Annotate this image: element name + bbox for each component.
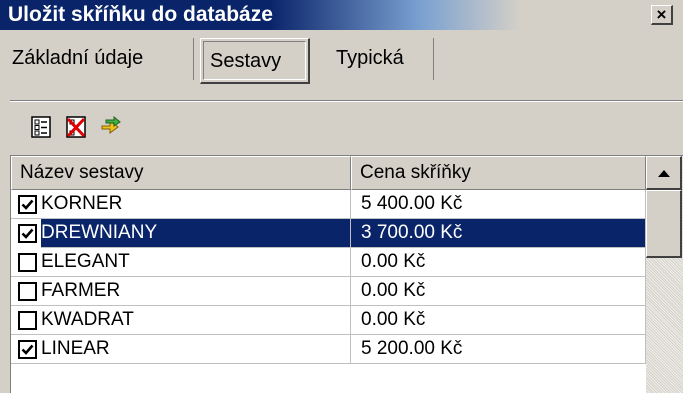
cabinet-price: 5 400.00 Kč — [351, 190, 646, 219]
vertical-scrollbar[interactable] — [646, 156, 683, 393]
assembly-name: ELEGANT — [11, 248, 351, 277]
delete-icon[interactable] — [65, 116, 87, 138]
table-row[interactable]: LINEAR 5 200.00 Kč — [11, 335, 646, 364]
column-header-price[interactable]: Cena skříňky — [351, 156, 646, 190]
assembly-name: KWADRAT — [11, 306, 351, 335]
assembly-name: DREWNIANY — [41, 219, 351, 248]
table-row[interactable]: ELEGANT 0.00 Kč — [11, 248, 646, 277]
window-title: Uložit skříňku do databáze — [8, 3, 273, 26]
transfer-icon[interactable] — [100, 116, 122, 138]
close-button[interactable]: × — [651, 5, 673, 25]
title-bar[interactable]: Uložit skříňku do databáze × — [0, 0, 683, 30]
checkmark-icon — [21, 228, 34, 239]
table-row[interactable]: FARMER 0.00 Kč — [11, 277, 646, 306]
tab-focus-frame: Sestavy — [203, 41, 306, 80]
table-row[interactable]: DREWNIANY 3 700.00 Kč — [11, 219, 646, 248]
assembly-name: LINEAR — [11, 335, 351, 364]
cabinet-price: 0.00 Kč — [351, 306, 646, 335]
scroll-thumb[interactable] — [646, 190, 682, 258]
tab-zakladni-udaje[interactable]: Základní údaje — [8, 38, 194, 80]
tab-label: Sestavy — [210, 50, 282, 72]
assembly-name: FARMER — [11, 277, 351, 306]
table-row[interactable]: KWADRAT 0.00 Kč — [11, 306, 646, 335]
save-cabinet-dialog: Uložit skříňku do databáze × Základní úd… — [0, 0, 683, 393]
column-header-name[interactable]: Název sestavy — [11, 156, 351, 190]
tab-separator — [10, 100, 683, 102]
column-header-label: Název sestavy — [20, 162, 144, 183]
tab-sestavy[interactable]: Sestavy — [200, 38, 310, 84]
assembly-name: KORNER — [11, 190, 351, 219]
cabinet-price: 0.00 Kč — [351, 277, 646, 306]
close-icon: × — [656, 5, 667, 24]
scroll-up-button[interactable] — [646, 156, 682, 190]
tab-label: Základní údaje — [12, 47, 144, 69]
table-row[interactable]: KORNER 5 400.00 Kč — [11, 190, 646, 219]
cabinet-price: 3 700.00 Kč — [351, 219, 646, 248]
tab-typicka[interactable]: Typická — [314, 38, 434, 80]
assemblies-grid[interactable]: Název sestavy Cena skříňky KORNER 5 400.… — [10, 155, 683, 393]
column-header-label: Cena skříňky — [360, 162, 471, 183]
arrow-up-icon — [658, 170, 670, 177]
row-checkbox[interactable] — [18, 224, 37, 243]
cabinet-price: 0.00 Kč — [351, 248, 646, 277]
tab-label: Typická — [336, 47, 404, 69]
select-all-icon[interactable] — [30, 116, 52, 138]
cabinet-price: 5 200.00 Kč — [351, 335, 646, 364]
